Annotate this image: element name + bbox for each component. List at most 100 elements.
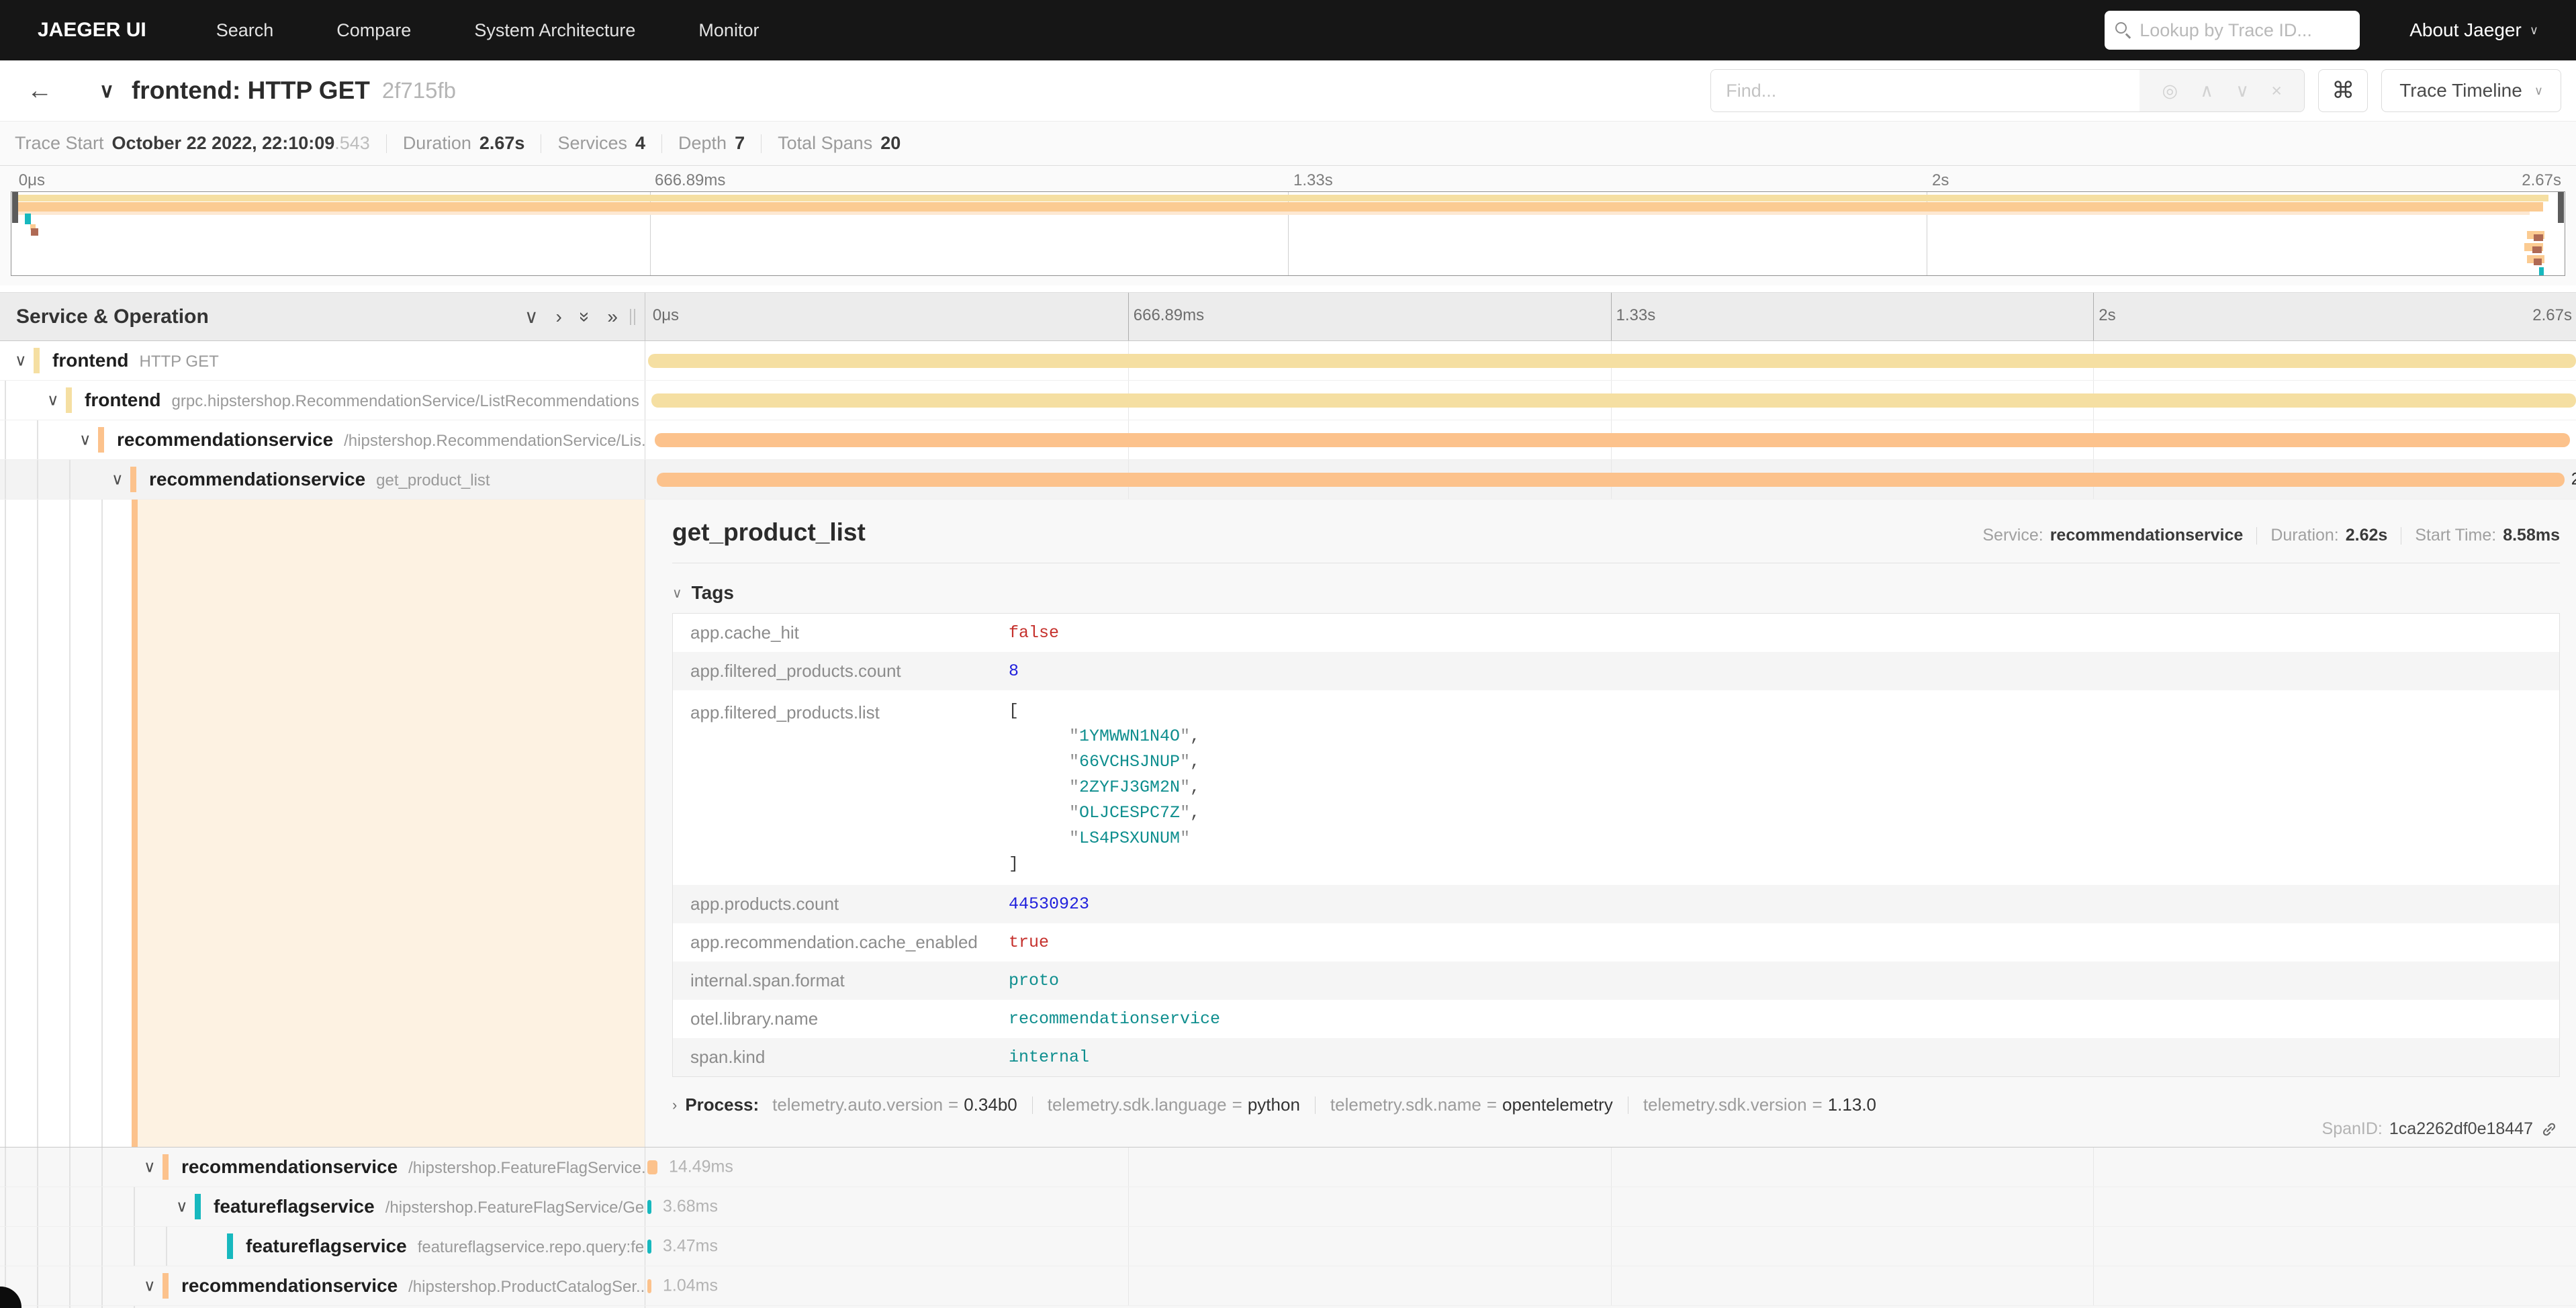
minimap-drag-handle-left[interactable] [12, 192, 18, 223]
span-name-cell[interactable]: ∨recommendationserviceget_product_list [0, 460, 645, 499]
indent-guide [101, 1227, 103, 1266]
span-duration-bar[interactable] [647, 1200, 651, 1214]
service-name: frontendHTTP GET [52, 350, 219, 371]
collapse-one-icon[interactable]: ∨ [524, 308, 539, 326]
prev-match-icon[interactable]: ∧ [2200, 81, 2213, 101]
tag-row[interactable]: app.products.count44530923 [673, 885, 2559, 923]
tag-row[interactable]: app.filtered_products.count8 [673, 652, 2559, 690]
nav-item-search[interactable]: Search [216, 20, 274, 41]
nav-item-monitor[interactable]: Monitor [698, 20, 759, 41]
minimap-drag-handle-right[interactable] [2558, 192, 2564, 223]
duration-value: 2.62s [2346, 526, 2388, 545]
timeline-gridline [1611, 1266, 1612, 1305]
clear-find-icon[interactable]: × [2271, 81, 2282, 101]
span-timeline-cell[interactable]: 1.04ms [645, 1266, 2576, 1305]
span-timeline-cell[interactable]: 3.47ms [645, 1227, 2576, 1266]
indent-guide [101, 500, 103, 1147]
tag-row[interactable]: otel.library.namerecommendationservice [673, 1000, 2559, 1038]
collapse-trace-chevron-icon[interactable]: ∨ [99, 79, 114, 103]
span-timeline-cell[interactable]: 3.68ms [645, 1187, 2576, 1226]
span-name-cell[interactable]: ∨featureflagservice/hipstershop.FeatureF… [0, 1187, 645, 1226]
trace-view-select[interactable]: Trace Timeline ∨ [2381, 69, 2561, 112]
tag-row[interactable]: internal.span.formatproto [673, 962, 2559, 1000]
column-resize-grip[interactable] [630, 309, 635, 325]
span-name-cell[interactable]: ∨recommendationservice/hipstershop.Recom… [0, 420, 645, 459]
minimap-canvas[interactable] [11, 191, 2565, 276]
span-name-cell[interactable]: featureflagservicefeatureflagservice.rep… [0, 1227, 645, 1266]
nav-item-compare[interactable]: Compare [336, 20, 411, 41]
tag-row[interactable]: app.filtered_products.list[ "1YMWWN1N4O"… [673, 690, 2559, 885]
span-duration-bar[interactable] [648, 354, 2576, 368]
span-duration-bar[interactable] [655, 433, 2570, 447]
expand-chevron-icon[interactable]: ∨ [15, 351, 27, 371]
trace-id-search-input[interactable] [2140, 20, 2349, 41]
operation-name: /hipstershop.FeatureFlagService/Ge... [385, 1199, 645, 1217]
span-duration-bar[interactable] [647, 1240, 651, 1254]
brand-logo[interactable]: JAEGER UI [38, 19, 146, 42]
span-row[interactable]: ∨recommendationservice/hipstershop.Featu… [0, 1148, 2576, 1187]
span-row[interactable]: ∨recommendationservice/hipstershop.Recom… [0, 420, 2576, 460]
nav-item-system-architecture[interactable]: System Architecture [474, 20, 635, 41]
span-timeline-cell[interactable] [645, 341, 2576, 380]
expand-one-icon[interactable]: › [556, 308, 562, 326]
trace-title: frontend: HTTP GET [132, 77, 370, 105]
tag-row[interactable]: app.recommendation.cache_enabledtrue [673, 923, 2559, 962]
json-list-item: "OLJCESPC7Z", [1009, 800, 1200, 826]
collapse-all-icon[interactable]: » [576, 312, 594, 322]
focus-match-icon[interactable]: ◎ [2162, 81, 2178, 101]
summary-item: Depth7 [678, 133, 745, 154]
span-timeline-cell[interactable] [645, 381, 2576, 420]
find-input[interactable] [1711, 70, 2140, 111]
process-row[interactable]: ›Process:telemetry.auto.version=0.34b0te… [672, 1094, 2560, 1115]
about-jaeger-menu[interactable]: About Jaeger ∨ [2409, 19, 2538, 41]
span-duration-label: 14.49ms [669, 1158, 733, 1177]
span-duration-bar[interactable] [647, 1160, 657, 1174]
span-duration-bar[interactable] [657, 473, 2565, 487]
timeline-gridline [1611, 1148, 1612, 1186]
next-match-icon[interactable]: ∨ [2236, 81, 2249, 101]
back-arrow-icon[interactable]: ← [27, 77, 52, 105]
span-name-cell[interactable]: ∨ frontendHTTP GET [0, 341, 645, 380]
tag-row[interactable]: app.cache_hitfalse [673, 614, 2559, 652]
service-color-bar [34, 348, 40, 373]
duration-label: Duration: [2270, 526, 2338, 545]
span-duration-bar[interactable] [647, 1279, 651, 1293]
expand-chevron-icon[interactable]: ∨ [111, 470, 124, 489]
expand-chevron-icon[interactable]: ∨ [144, 1276, 156, 1296]
span-row[interactable]: featureflagservicefeatureflagservice.rep… [0, 1227, 2576, 1266]
span-timeline-cell[interactable] [645, 420, 2576, 459]
span-row[interactable]: ∨frontendgrpc.hipstershop.Recommendation… [0, 381, 2576, 420]
tag-value-text: 44530923 [1009, 894, 1089, 914]
span-row[interactable]: ∨recommendationserviceget_product_list2.… [0, 460, 2576, 500]
tag-value: 44530923 [1009, 894, 1089, 914]
expand-all-icon[interactable]: » [607, 308, 618, 326]
tag-row[interactable]: span.kindinternal [673, 1038, 2559, 1076]
summary-item: Duration2.67s [403, 133, 525, 154]
summary-value: 4 [635, 133, 645, 154]
expand-chevron-icon[interactable]: ∨ [79, 430, 91, 450]
span-timeline-cell[interactable]: 2.62s [645, 460, 2576, 499]
span-name-cell[interactable]: ∨recommendationservice/hipstershop.Featu… [0, 1148, 645, 1186]
expand-chevron-icon[interactable]: ∨ [47, 391, 59, 410]
indent-guide [5, 460, 6, 499]
tick-label: 2.67s [2522, 171, 2561, 190]
span-duration-bar[interactable] [651, 393, 2576, 408]
span-timeline-cell[interactable]: 14.49ms [645, 1148, 2576, 1186]
expand-chevron-icon[interactable]: ∨ [144, 1158, 156, 1177]
keyboard-shortcuts-button[interactable]: ⌘ [2318, 69, 2368, 112]
span-row[interactable]: ∨recommendationservice/hipstershop.Produ… [0, 1266, 2576, 1306]
link-icon[interactable] [2540, 1120, 2559, 1139]
expand-chevron-icon[interactable]: ∨ [176, 1197, 188, 1217]
tag-value-text: recommendationservice [1009, 1009, 1220, 1029]
span-name-cell[interactable]: ∨recommendationservice/hipstershop.Produ… [0, 1266, 645, 1305]
tick-label: 0μs [19, 171, 45, 190]
indent-guide [101, 1266, 103, 1305]
span-id-row: SpanID: 1ca2262df0e18447 [2322, 1119, 2559, 1139]
trace-id-search[interactable] [2105, 11, 2360, 50]
span-row[interactable]: ∨ frontendHTTP GET [0, 341, 2576, 381]
start-time-value: 8.58ms [2503, 526, 2560, 545]
tags-section-toggle[interactable]: ∨ Tags [672, 582, 2560, 604]
divider [1315, 1096, 1316, 1114]
span-name-cell[interactable]: ∨frontendgrpc.hipstershop.Recommendation… [0, 381, 645, 420]
span-row[interactable]: ∨featureflagservice/hipstershop.FeatureF… [0, 1187, 2576, 1227]
